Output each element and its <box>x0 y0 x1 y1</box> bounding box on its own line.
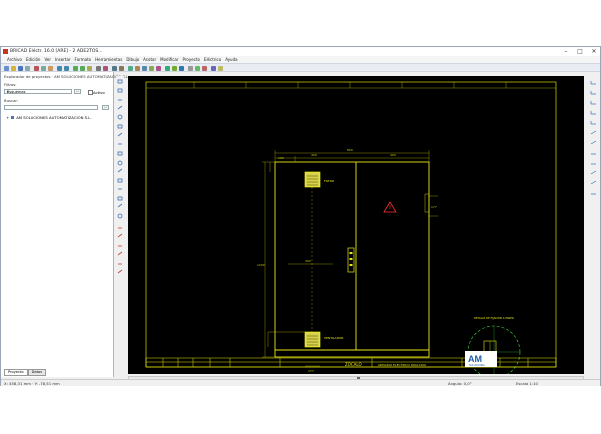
pan-icon[interactable] <box>87 65 92 71</box>
search-input[interactable] <box>4 105 98 110</box>
menu-bar: Archivo Edición Ver Insertar Formato Her… <box>1 56 600 63</box>
folder-icon <box>11 116 15 119</box>
terminal-icon[interactable] <box>211 65 216 71</box>
cut-icon[interactable] <box>34 65 39 71</box>
save-icon[interactable] <box>18 65 23 71</box>
tab-datos[interactable]: Datos <box>27 369 47 376</box>
dim-top-small: 100 <box>278 156 284 160</box>
grid-icon[interactable] <box>112 65 117 71</box>
properties-icon[interactable] <box>103 65 108 71</box>
menu-insertar[interactable]: Insertar <box>55 57 71 62</box>
main-toolbar <box>1 63 600 72</box>
project-title: ARMARIO ELÉCTRICO 800x1200 <box>378 362 426 367</box>
filter-combo[interactable]: Esquemas ▾ <box>4 89 72 94</box>
browse-button[interactable]: ... <box>74 89 81 94</box>
drawing-canvas[interactable]: ZÓCALO FILTRO VENTILADOR 800 400 400 100… <box>128 76 584 374</box>
expand-icon[interactable]: + <box>6 115 9 120</box>
company-logo-subtext: SOLUCIONES <box>469 364 485 367</box>
paste-icon[interactable] <box>48 65 53 71</box>
detail-label: DETALLE DE FIJACIÓN A PARED <box>474 315 514 320</box>
top-fan-label: FILTRO <box>324 179 335 183</box>
text-icon[interactable] <box>165 65 170 71</box>
dim-fan-w: 177 <box>308 369 314 373</box>
left-tool-strip <box>116 76 124 368</box>
title-bar: BRICAD Eléctr. 16.0 [ARE] - 2 ADE2TOS...… <box>1 47 600 56</box>
dim-right: 400 <box>390 153 396 157</box>
redo-icon[interactable] <box>64 65 69 71</box>
menu-modificar[interactable]: Modificar <box>160 57 178 62</box>
app-logo-icon <box>3 49 8 54</box>
right-tool-icons[interactable] <box>588 76 599 368</box>
dimension-texts: 800 400 400 100 1200 300 177 177 <box>257 148 437 373</box>
copy-icon[interactable] <box>41 65 46 71</box>
circle-icon[interactable] <box>149 65 154 71</box>
project-explorer-panel: Explorador de proyectos · AM SOLUCIONES … <box>1 72 129 377</box>
menu-herramientas[interactable]: Herramientas <box>95 57 122 62</box>
menu-proyecto[interactable]: Proyecto <box>183 57 200 62</box>
dimension-icon[interactable] <box>172 65 177 71</box>
chevron-down-icon[interactable]: ▾ <box>7 90 70 94</box>
side-bracket <box>424 193 430 213</box>
status-angle: Ángulo: 0,0° <box>448 381 472 386</box>
print-icon[interactable] <box>25 65 30 71</box>
report-icon[interactable] <box>218 65 223 71</box>
app-window: BRICAD Eléctr. 16.0 [ARE] - 2 ADE2TOS...… <box>0 46 601 386</box>
open-folder-icon[interactable] <box>11 65 16 71</box>
window-title: BRICAD Eléctr. 16.0 [ARE] - 2 ADE2TOS... <box>10 48 103 54</box>
dim-total: 800 <box>347 148 353 152</box>
menu-dibujo[interactable]: Dibujo <box>126 57 139 62</box>
menu-electrico[interactable]: Eléctrico <box>204 57 221 62</box>
left-tool-icons[interactable] <box>116 76 124 368</box>
rectangle-icon[interactable] <box>142 65 147 71</box>
tab-proyecto[interactable]: Proyecto <box>4 369 28 376</box>
handle-dots <box>349 252 353 266</box>
dim-door-left: 177 <box>431 205 437 209</box>
status-bar: X: 458,31 mm · Y: -78,51 mm Ángulo: 0,0°… <box>1 379 600 386</box>
line-icon[interactable] <box>135 65 140 71</box>
coordinate-readout: X: 458,31 mm · Y: -78,51 mm <box>4 381 60 386</box>
dim-left: 400 <box>311 153 317 157</box>
block-icon[interactable] <box>188 65 193 71</box>
tree-item-project[interactable]: + AM SOLUCIONES AUTOMATIZACIÓN S.L. <box>6 115 92 120</box>
panel-title: Explorador de proyectos · AM SOLUCIONES … <box>4 74 130 79</box>
snap-icon[interactable] <box>119 65 124 71</box>
active-label: Activo <box>93 89 105 95</box>
menu-formato[interactable]: Formato <box>75 57 92 62</box>
minimize-button[interactable]: – <box>562 48 570 55</box>
search-button[interactable]: … <box>102 105 109 110</box>
arc-icon[interactable] <box>156 65 161 71</box>
undo-icon[interactable] <box>57 65 62 71</box>
company-logo-text: AM <box>468 354 482 364</box>
sheet-grid-ticks <box>193 82 507 88</box>
right-tool-strip <box>588 76 599 368</box>
ortho-icon[interactable] <box>128 65 133 71</box>
cable-icon[interactable] <box>202 65 207 71</box>
menu-archivo[interactable]: Archivo <box>7 57 22 62</box>
dim-side: 1200 <box>257 263 265 267</box>
maximize-button[interactable]: □ <box>576 48 584 55</box>
plinth-label: ZÓCALO <box>345 362 362 367</box>
menu-ver[interactable]: Ver <box>44 57 51 62</box>
menu-ayuda[interactable]: Ayuda <box>225 57 237 62</box>
bottom-fan-label: VENTILADOR <box>324 336 343 340</box>
hatch-icon[interactable] <box>179 65 184 71</box>
close-button[interactable]: ✕ <box>590 48 598 55</box>
search-label: Buscar: <box>4 98 19 103</box>
symbol-icon[interactable] <box>195 65 200 71</box>
zoom-in-icon[interactable] <box>73 65 78 71</box>
menu-edicion[interactable]: Edición <box>26 57 40 62</box>
layer-icon[interactable] <box>96 65 101 71</box>
cad-drawing: ZÓCALO FILTRO VENTILADOR 800 400 400 100… <box>145 81 557 374</box>
dim-mid: 300 <box>305 259 311 263</box>
new-file-icon[interactable] <box>4 65 9 71</box>
menu-acotar[interactable]: Acotar <box>143 57 156 62</box>
sheet-frame <box>145 81 557 368</box>
status-scale: Escala 1:10 <box>516 381 538 386</box>
panel-tabs: Proyecto Datos <box>4 369 47 376</box>
zoom-out-icon[interactable] <box>80 65 85 71</box>
filter-label: Filtros: <box>4 82 17 87</box>
tree-item-label: AM SOLUCIONES AUTOMATIZACIÓN S.L. <box>16 115 92 120</box>
